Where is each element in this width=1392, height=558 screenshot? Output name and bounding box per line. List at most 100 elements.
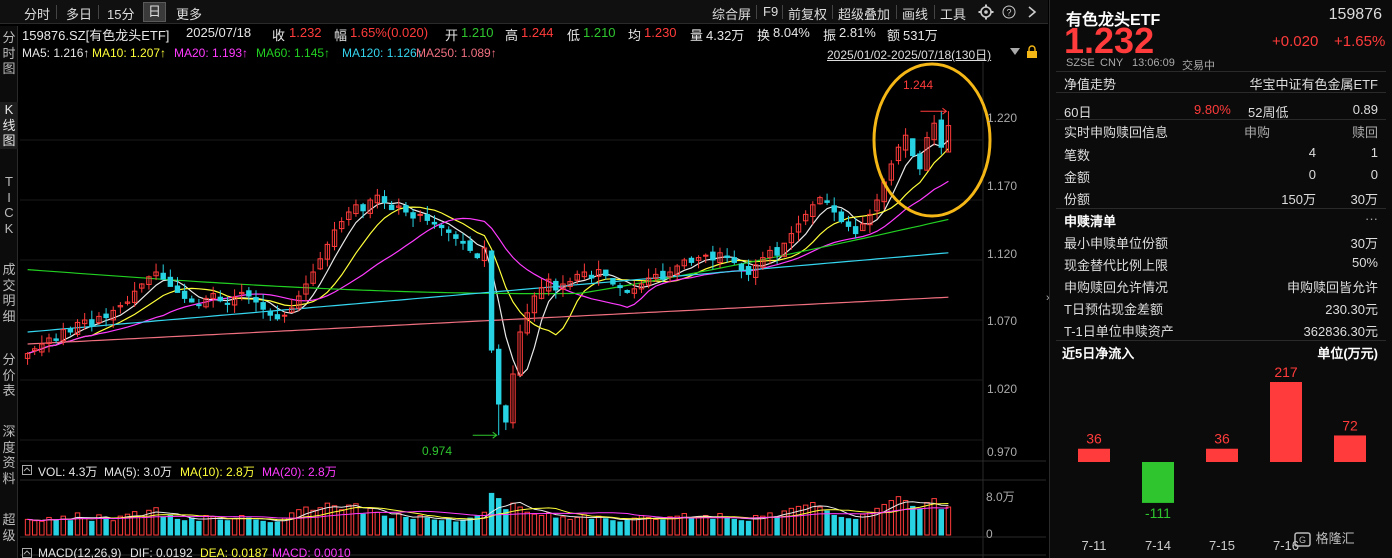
volume-bar bbox=[731, 518, 737, 536]
draw-line-button[interactable]: 画线 bbox=[902, 4, 928, 23]
volume-bar bbox=[852, 518, 859, 536]
volume-bar bbox=[695, 516, 702, 536]
amount-label: 额 bbox=[887, 28, 901, 43]
macd-dif: DIF: 0.0192 bbox=[130, 546, 193, 558]
dropdown-icon[interactable] bbox=[1010, 48, 1020, 56]
candle-body bbox=[738, 263, 745, 271]
composite-screen-button[interactable]: 综合屏 bbox=[712, 4, 751, 23]
volume-bar bbox=[688, 518, 695, 536]
ma5-label: MA5: 1.216↑ bbox=[22, 46, 90, 60]
vtab-kline[interactable]: K线图 bbox=[0, 102, 18, 149]
volume-bar bbox=[488, 492, 495, 536]
candle-body bbox=[488, 250, 495, 351]
vtab-timeshare[interactable]: 分时图 bbox=[0, 30, 18, 77]
candle-body bbox=[260, 302, 266, 310]
quote-time: 13:06:09 bbox=[1132, 57, 1175, 69]
volume-bar bbox=[117, 515, 124, 536]
f9-button[interactable]: F9 bbox=[763, 4, 778, 19]
right-panel: 有色龙头ETF 159876 1.232 +0.020 +1.65% SZSE … bbox=[1049, 0, 1392, 558]
change-label: 幅 bbox=[334, 28, 348, 43]
vtab-trade-detail[interactable]: 成交明细 bbox=[0, 262, 18, 324]
volume-bar bbox=[460, 519, 466, 536]
candle-body bbox=[424, 214, 431, 221]
volume-bar bbox=[881, 503, 887, 536]
volume-bar bbox=[296, 509, 302, 536]
volume-bar bbox=[110, 520, 116, 536]
more-icon[interactable]: ··· bbox=[1365, 211, 1378, 226]
candle-body bbox=[453, 234, 459, 239]
volume-bar bbox=[453, 521, 459, 536]
volume-bar bbox=[260, 520, 266, 536]
candle-body bbox=[917, 153, 923, 170]
list-row-value: 申购赎回皆允许 bbox=[1286, 280, 1378, 295]
netflow-value: 36 bbox=[1086, 431, 1102, 447]
forward-adjust-button[interactable]: 前复权 bbox=[788, 4, 827, 23]
netflow-date-label: 7-15 bbox=[1209, 538, 1235, 553]
vtab-depth-data[interactable]: 深度资料 bbox=[0, 424, 18, 486]
tab-intraday[interactable]: 分时 bbox=[24, 4, 50, 23]
candle-body bbox=[167, 276, 174, 287]
price-change: +0.020 bbox=[1272, 33, 1319, 50]
candle-body bbox=[460, 240, 466, 244]
left-vertical-tabs: 分时图 K线图 TICK 成交明细 分价表 深度资料 超级 bbox=[0, 26, 18, 558]
volume-bar bbox=[403, 516, 409, 536]
candle-body bbox=[553, 280, 559, 291]
volume-bar bbox=[495, 498, 502, 536]
volume-label: 量 bbox=[690, 28, 704, 43]
collapse-icon[interactable] bbox=[22, 548, 32, 558]
candle-body bbox=[617, 285, 623, 289]
vtab-tick[interactable]: TICK bbox=[0, 174, 18, 236]
swing-value: 2.81% bbox=[839, 25, 876, 40]
lock-icon[interactable] bbox=[1026, 45, 1038, 58]
super-overlay-button[interactable]: 超级叠加 bbox=[838, 4, 890, 23]
vtab-super[interactable]: 超级 bbox=[0, 512, 18, 543]
volume-bar bbox=[224, 520, 231, 536]
ma5-line bbox=[27, 140, 949, 378]
help-icon[interactable]: ? bbox=[1002, 5, 1016, 19]
week52-low-value: 0.89 bbox=[1352, 102, 1378, 117]
volume-bar bbox=[660, 519, 666, 536]
ma250-label: MA250: 1.089↑ bbox=[416, 46, 497, 60]
candle-body bbox=[217, 296, 224, 302]
list-row-value: 362836.30元 bbox=[1303, 324, 1378, 339]
high-label: 高 bbox=[505, 28, 519, 43]
collapse-icon[interactable] bbox=[22, 465, 32, 475]
volume-bar bbox=[610, 520, 616, 536]
macd-value: MACD: 0.0010 bbox=[272, 546, 351, 558]
price-tick: 1.070 bbox=[987, 314, 1018, 328]
volume-bar bbox=[888, 500, 895, 536]
creation-row-label: 金额 bbox=[1064, 170, 1091, 185]
tab-more[interactable]: 更多 bbox=[176, 4, 202, 23]
list-row-label: 最小申赎单位份额 bbox=[1064, 236, 1169, 251]
candle-body bbox=[224, 302, 231, 305]
range-label[interactable]: 2025/01/02-2025/07/18(130日) bbox=[827, 46, 991, 63]
volume-bar bbox=[617, 521, 623, 536]
volume-bar bbox=[774, 516, 780, 536]
vtab-price-table[interactable]: 分价表 bbox=[0, 352, 18, 399]
creation-row-value: 4 bbox=[1308, 145, 1316, 160]
candle-body bbox=[910, 138, 916, 157]
creation-row-value: 0 bbox=[1308, 167, 1316, 182]
volume-bar bbox=[231, 518, 238, 536]
nav-trend-tab[interactable]: 净值走势 bbox=[1064, 74, 1116, 93]
candle-body bbox=[503, 405, 509, 423]
tab-multiday[interactable]: 多日 bbox=[66, 4, 92, 23]
candle-body bbox=[381, 196, 388, 203]
volume-bar bbox=[139, 515, 145, 536]
tab-daily[interactable]: 日 bbox=[143, 2, 167, 22]
vol-ma20-label: MA(20): 2.8万 bbox=[262, 465, 337, 479]
list-row-label: 申购赎回允许情况 bbox=[1064, 280, 1169, 295]
chevron-right-icon[interactable] bbox=[1026, 6, 1038, 18]
volume-bar bbox=[581, 514, 588, 536]
watermark-text: 格隆汇 bbox=[1315, 531, 1355, 546]
gear-icon[interactable] bbox=[978, 4, 994, 20]
volume-bar bbox=[603, 518, 609, 536]
gelonghui-logo-icon: G bbox=[1294, 531, 1311, 547]
quote-date: 2025/07/18 bbox=[186, 25, 252, 40]
volume-bar bbox=[438, 520, 445, 536]
tab-15min[interactable]: 15分 bbox=[107, 4, 134, 23]
high-annotation: 1.244 bbox=[903, 78, 934, 92]
candle-body bbox=[174, 285, 181, 293]
tools-button[interactable]: 工具 bbox=[940, 4, 966, 23]
volume-bar bbox=[196, 520, 202, 536]
